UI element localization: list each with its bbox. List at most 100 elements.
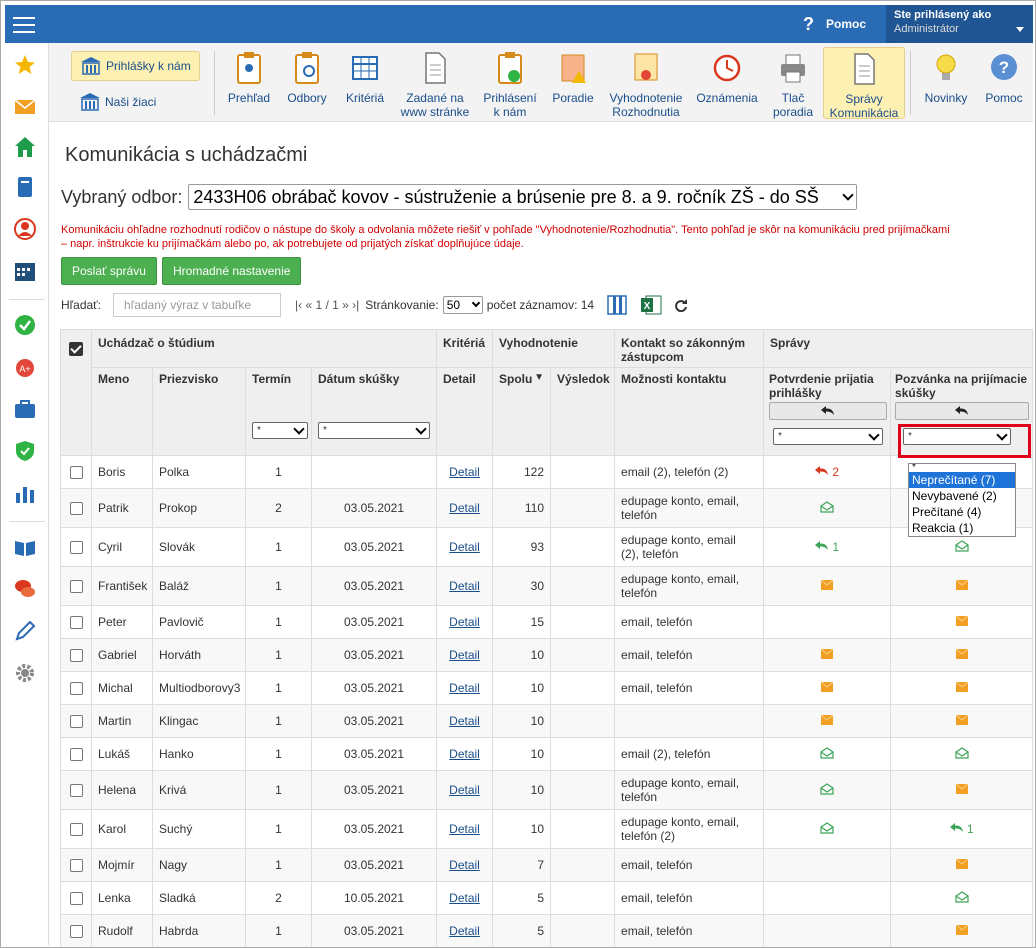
- row-checkbox[interactable]: [69, 541, 83, 555]
- calendar-icon[interactable]: [13, 259, 37, 283]
- table-row[interactable]: Cyril Slovák 1 03.05.2021 Detail 93 edupage ko…: [60, 527, 1034, 567]
- mail-icon[interactable]: [13, 95, 37, 119]
- chat-icon[interactable]: [13, 577, 37, 601]
- cell-pozvanka[interactable]: [890, 914, 1034, 947]
- row-checkbox[interactable]: [69, 649, 83, 663]
- table-row[interactable]: Michal Multiodborovy3 1 03.05.2021 Detail 10 e…: [60, 671, 1034, 705]
- row-checkbox[interactable]: [69, 748, 83, 762]
- table-row[interactable]: Lukáš Hanko 1 03.05.2021 Detail 10 email (2), …: [60, 737, 1034, 771]
- table-row[interactable]: Mojmír Nagy 1 03.05.2021 Detail 7 email, telef…: [60, 848, 1034, 882]
- row-checkbox[interactable]: [69, 682, 83, 696]
- reply-all-button[interactable]: [769, 402, 888, 420]
- cell-potvrdenie[interactable]: [763, 770, 892, 810]
- reply-all-button[interactable]: [895, 402, 1030, 420]
- table-row[interactable]: Patrik Prokop 2 03.05.2021 Detail 110 edupage …: [60, 488, 1034, 528]
- person-icon[interactable]: [13, 217, 37, 241]
- cell-potvrdenie[interactable]: [763, 704, 892, 738]
- detail-link[interactable]: Detail: [449, 465, 480, 479]
- row-checkbox[interactable]: [69, 892, 83, 906]
- novinky-button[interactable]: Novinky: [917, 47, 975, 119]
- dropdown-option[interactable]: Prečítané (4): [909, 504, 1015, 520]
- row-checkbox[interactable]: [69, 466, 83, 480]
- columns-icon[interactable]: [606, 294, 628, 316]
- cell-pozvanka[interactable]: [890, 737, 1034, 771]
- detail-link[interactable]: Detail: [449, 747, 480, 761]
- help-link[interactable]: ? Pomoc: [803, 5, 866, 43]
- table-row[interactable]: Helena Krivá 1 03.05.2021 Detail 10 edupage ko…: [60, 770, 1034, 810]
- check-icon[interactable]: [13, 313, 37, 337]
- col-spolu[interactable]: Spolu ▼: [492, 367, 551, 456]
- cell-pozvanka[interactable]: [890, 848, 1034, 882]
- oznamenia-button[interactable]: Oznámenia: [691, 47, 763, 119]
- cell-potvrdenie[interactable]: [763, 914, 892, 947]
- table-row[interactable]: Peter Pavlovič 1 03.05.2021 Detail 15 email, t…: [60, 605, 1034, 639]
- apple-icon[interactable]: A+: [13, 355, 37, 379]
- detail-link[interactable]: Detail: [449, 858, 480, 872]
- select-all-checkbox[interactable]: [69, 342, 83, 356]
- cell-pozvanka[interactable]: [890, 605, 1034, 639]
- cell-potvrdenie[interactable]: [763, 488, 892, 528]
- table-row[interactable]: Rudolf Habrda 1 03.05.2021 Detail 5 email, tel…: [60, 914, 1034, 947]
- ziaci-button[interactable]: Naši žiaci: [71, 87, 164, 117]
- dropdown-option[interactable]: Neprečítané (7): [909, 472, 1015, 488]
- detail-link[interactable]: Detail: [449, 714, 480, 728]
- detail-link[interactable]: Detail: [449, 501, 480, 515]
- cell-pozvanka[interactable]: [890, 770, 1034, 810]
- col-termin[interactable]: Termín *: [245, 367, 312, 456]
- cell-potvrdenie[interactable]: 2: [763, 455, 892, 489]
- row-checkbox[interactable]: [69, 859, 83, 873]
- table-row[interactable]: Boris Polka 1 Detail 122 email (2), telefón (…: [60, 455, 1034, 489]
- briefcase-icon[interactable]: [13, 397, 37, 421]
- detail-link[interactable]: Detail: [449, 648, 480, 662]
- pager[interactable]: |‹ « 1 / 1 » ›|: [295, 298, 359, 312]
- spravy-button[interactable]: Správy Komunikácia: [823, 47, 905, 120]
- prihlaseni-button[interactable]: Prihlásení k nám: [477, 47, 543, 119]
- cell-pozvanka[interactable]: [890, 881, 1034, 915]
- gear-icon[interactable]: [13, 661, 37, 685]
- paging-select[interactable]: 50: [442, 296, 483, 314]
- cell-potvrdenie[interactable]: [763, 566, 892, 606]
- cell-potvrdenie[interactable]: [763, 809, 892, 849]
- bulk-settings-button[interactable]: Hromadné nastavenie: [162, 257, 302, 285]
- dropdown-option[interactable]: Reakcia (1): [909, 520, 1015, 536]
- cell-pozvanka[interactable]: [890, 638, 1034, 672]
- cell-potvrdenie[interactable]: [763, 638, 892, 672]
- col-priezvisko[interactable]: Priezvisko: [152, 367, 246, 456]
- cell-pozvanka[interactable]: [890, 671, 1034, 705]
- kriteria-button[interactable]: Kritériá: [337, 47, 393, 119]
- row-checkbox[interactable]: [69, 502, 83, 516]
- table-row[interactable]: Karol Suchý 1 03.05.2021 Detail 10 edupage kon…: [60, 809, 1034, 849]
- pen-icon[interactable]: [13, 619, 37, 643]
- datum-filter[interactable]: *: [318, 422, 430, 439]
- search-input[interactable]: hľadaný výraz v tabuľke: [113, 293, 282, 317]
- menu-icon[interactable]: [13, 14, 35, 34]
- col-vysledok[interactable]: Výsledok: [549, 367, 616, 456]
- zadane-button[interactable]: Zadané na www stránke: [395, 47, 475, 119]
- refresh-icon[interactable]: [674, 298, 688, 312]
- dropdown-option[interactable]: Nevybavené (2): [909, 488, 1015, 504]
- shield-icon[interactable]: [13, 439, 37, 463]
- tlac-button[interactable]: Tlač poradia: [765, 47, 821, 119]
- excel-icon[interactable]: X: [640, 294, 662, 316]
- dropdown-option[interactable]: *: [909, 464, 1015, 472]
- row-checkbox[interactable]: [69, 823, 83, 837]
- detail-link[interactable]: Detail: [449, 822, 480, 836]
- odbor-select[interactable]: 2433H06 obrábač kovov - sústruženie a br…: [188, 184, 858, 210]
- vyhodnotenie-button[interactable]: Vyhodnotenie Rozhodnutia: [603, 47, 689, 119]
- row-checkbox[interactable]: [69, 784, 83, 798]
- book-icon[interactable]: [13, 175, 37, 199]
- potvrdenie-filter[interactable]: *: [773, 428, 884, 445]
- cell-potvrdenie[interactable]: 1: [763, 527, 892, 567]
- detail-link[interactable]: Detail: [449, 540, 480, 554]
- chart-icon[interactable]: [13, 481, 37, 505]
- cell-potvrdenie[interactable]: [763, 737, 892, 771]
- pomoc-button[interactable]: ? Pomoc: [977, 47, 1031, 119]
- detail-link[interactable]: Detail: [449, 891, 480, 905]
- termin-filter[interactable]: *: [252, 422, 308, 439]
- cell-pozvanka[interactable]: [890, 704, 1034, 738]
- col-meno[interactable]: Meno: [91, 367, 153, 456]
- detail-link[interactable]: Detail: [449, 681, 480, 695]
- user-menu[interactable]: Ste prihlásený ako Administrátor: [886, 5, 1033, 43]
- detail-link[interactable]: Detail: [449, 924, 480, 938]
- home-icon[interactable]: [13, 135, 37, 159]
